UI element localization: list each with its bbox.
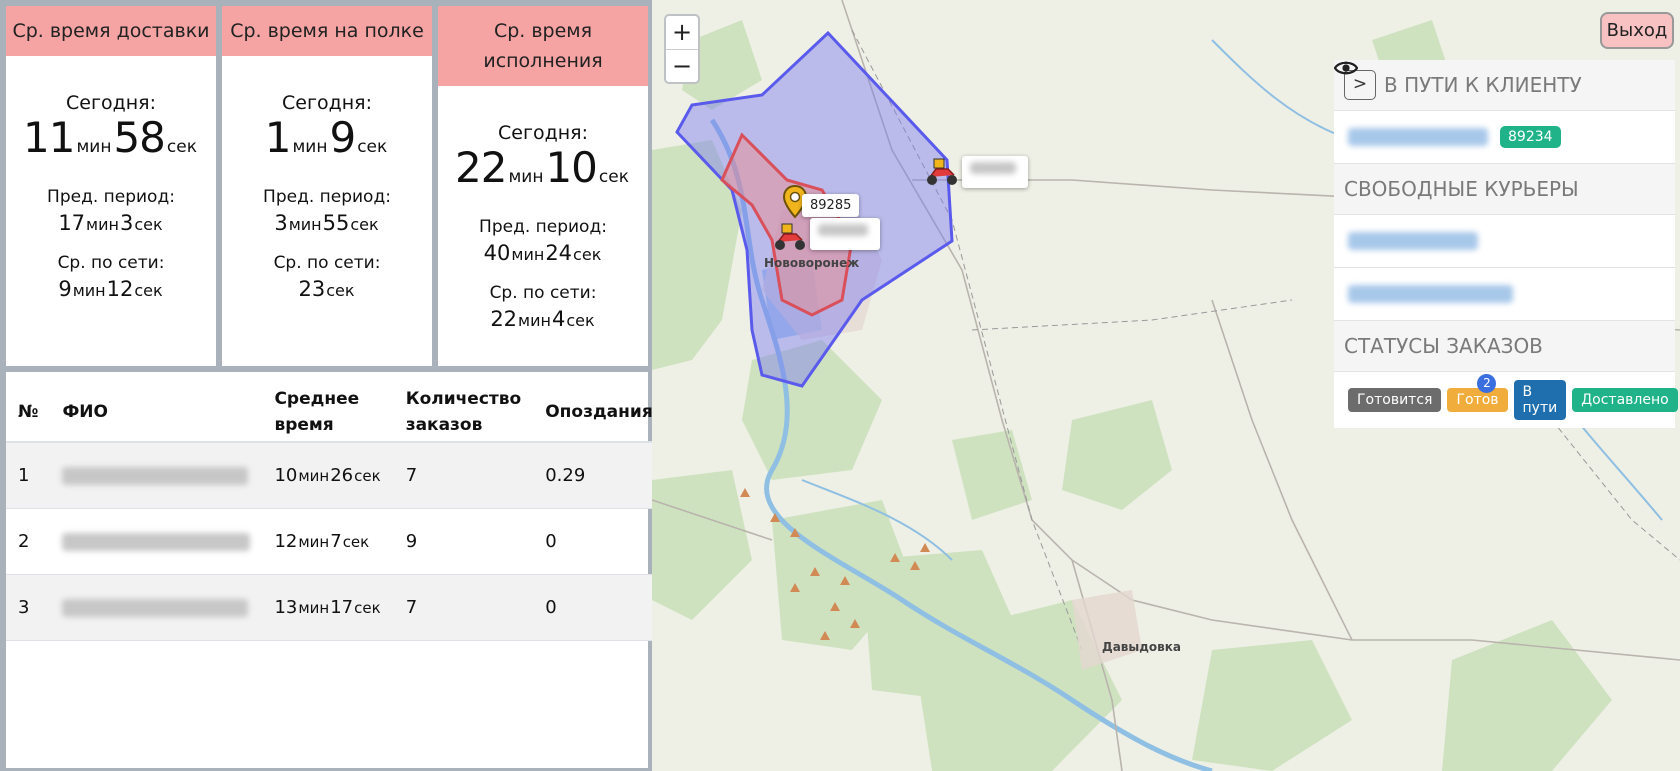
col-orders[interactable]: Количество заказов [393,372,534,443]
courier-name-blurred [1348,285,1513,303]
card-title: Ср. время исполнения [438,6,648,86]
avg-time: 13мин17сек [262,574,394,641]
card-shelf-time: Ср. время на полке Сегодня: 1 мин9 сек Пре… [222,6,432,366]
col-avg-time[interactable]: Среднее время [262,372,394,443]
zoom-out-button[interactable]: − [666,49,698,82]
net-label: Ср. по сети: [57,253,165,273]
town-label: Нововоронеж [764,256,860,270]
ready-count-badge: 2 [1477,374,1497,393]
col-number[interactable]: № [6,372,51,443]
today-label: Сегодня: [282,92,372,114]
table-row[interactable]: 3 13мин17сек 7 0 [6,574,665,641]
in-transit-header: > В ПУТИ К КЛИЕНТУ [1334,60,1675,111]
free-courier-row[interactable] [1334,61,1675,321]
net-value: 22мин4сек [490,307,595,331]
prev-label: Пред. период: [263,187,391,207]
late-value: 0 [533,574,665,641]
row-number: 2 [6,508,51,575]
status-cooking-badge[interactable]: Готовится [1348,388,1442,412]
table-row[interactable]: 2 12мин7сек 9 0 [6,508,665,575]
courier-name-blurred [1348,232,1478,250]
prev-label: Пред. период: [47,187,175,207]
orders-side-panel: > В ПУТИ К КЛИЕНТУ 89234 СВОБОДНЫЕ КУРЬЕР… [1334,60,1678,430]
prev-label: Пред. период: [479,217,607,237]
row-number: 1 [6,442,51,509]
table-row[interactable]: 1 10мин26сек 7 0.29 [6,442,665,509]
order-status-legend: Готовится Готов 2 В пути Доставлено [1334,372,1678,428]
stats-panel: Ср. время доставки Сегодня: 11 мин58 сек П… [0,0,665,771]
prev-value: 17мин3сек [58,211,163,235]
courier-name-blurred [1348,128,1488,146]
village-label: Давыдовка [1102,640,1182,654]
status-in-transit-badge[interactable]: В пути [1513,380,1567,420]
zoom-in-button[interactable]: + [666,16,698,49]
in-transit-courier-row[interactable]: 89234 [1334,61,1675,164]
card-title: Ср. время доставки [6,6,216,56]
late-value: 0.29 [533,442,665,509]
net-value: 23сек [298,277,355,301]
status-delivered-badge[interactable]: Доставлено [1572,388,1678,412]
courier-name-blurred [50,574,263,641]
exit-button[interactable]: Выход [1600,12,1674,49]
scooter-icon[interactable] [772,222,808,252]
avg-time: 10мин26сек [262,442,394,509]
today-value: 11 мин58 сек [23,113,197,162]
delivery-map[interactable]: + − Выход Нововоронеж Давыдовка 89285 > В… [652,0,1680,771]
courier-popup-blurred[interactable] [962,156,1028,188]
card-title: Ср. время на полке [222,6,432,56]
order-number-badge[interactable]: 89234 [1500,126,1561,148]
zoom-control: + − [664,14,700,84]
col-late[interactable]: Опоздания [533,372,665,443]
courier-name-blurred [50,508,263,575]
orders-count: 9 [393,508,534,575]
in-transit-title: В ПУТИ К КЛИЕНТУ [1384,73,1582,97]
net-value: 9мин12сек [58,277,163,301]
status-ready-badge[interactable]: Готов 2 [1447,374,1508,412]
prev-value: 40мин24сек [483,241,602,265]
order-statuses-title: СТАТУСЫ ЗАКАЗОВ [1334,321,1675,372]
today-value: 1 мин9 сек [264,113,388,162]
today-label: Сегодня: [498,122,588,144]
net-label: Ср. по сети: [489,283,597,303]
avg-time: 12мин7сек [262,508,394,575]
orders-count: 7 [393,574,534,641]
couriers-table: № ФИО Среднее время Количество заказов О… [6,372,665,768]
courier-popup-blurred[interactable] [810,218,880,250]
card-delivery-time: Ср. время доставки Сегодня: 11 мин58 сек П… [6,6,216,366]
marker-popup[interactable]: 89285 [802,194,860,217]
prev-value: 3мин55сек [274,211,379,235]
courier-name-blurred [50,442,263,509]
late-value: 0 [533,508,665,575]
today-label: Сегодня: [66,92,156,114]
free-courier-row[interactable] [1334,61,1675,268]
scooter-icon[interactable] [924,157,960,187]
today-value: 22 мин10 сек [455,143,629,192]
orders-count: 7 [393,442,534,509]
net-label: Ср. по сети: [273,253,381,273]
eye-icon[interactable] [1334,60,1358,76]
free-couriers-title: СВОБОДНЫЕ КУРЬЕРЫ [1334,164,1675,215]
card-execution-time: Ср. время исполнения Сегодня: 22 мин10 сек… [438,6,648,366]
col-name[interactable]: ФИО [50,372,263,443]
row-number: 3 [6,574,51,641]
